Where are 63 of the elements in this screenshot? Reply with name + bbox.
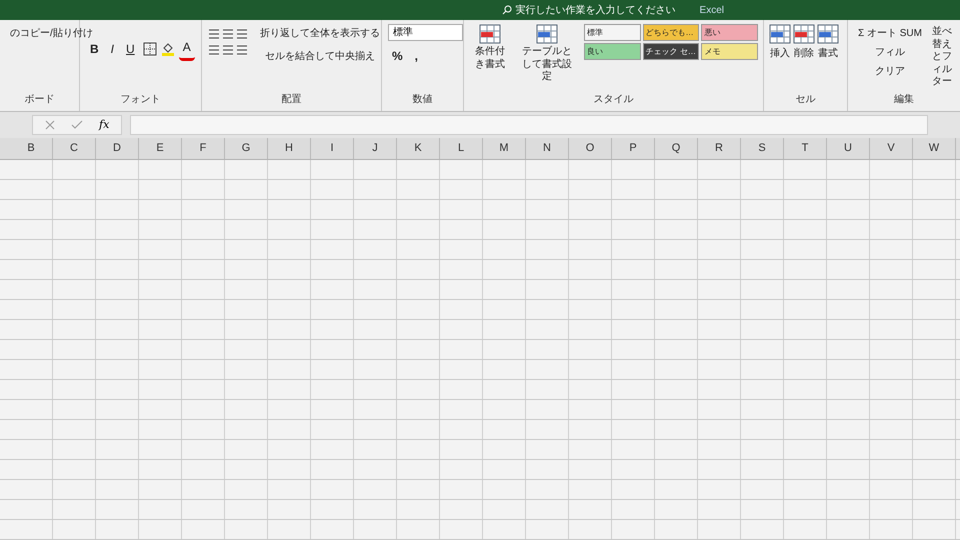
- cell-grid-icon: [793, 24, 815, 44]
- format-table-button[interactable]: テーブルとして書式設定: [518, 44, 576, 86]
- cancel-icon[interactable]: [45, 120, 55, 130]
- cell-style-swatch[interactable]: メモ: [701, 43, 758, 60]
- italic-button[interactable]: I: [106, 38, 118, 60]
- cell-style-swatch[interactable]: どちらでも…: [642, 24, 700, 41]
- column-header[interactable]: G: [225, 138, 268, 159]
- fill-color-icon[interactable]: [160, 42, 175, 56]
- column-header[interactable]: T: [784, 138, 827, 159]
- percent-button[interactable]: %: [388, 45, 407, 67]
- borders-icon[interactable]: [142, 42, 157, 56]
- column-header[interactable]: M: [483, 138, 526, 159]
- cell-style-swatch[interactable]: 標準: [584, 24, 641, 41]
- column-header[interactable]: I: [311, 138, 354, 159]
- conditional-format-button[interactable]: 条件付き書式: [470, 44, 510, 73]
- group-label: 数値: [412, 93, 434, 107]
- fill-button[interactable]: フィル: [854, 43, 926, 62]
- column-header[interactable]: K: [397, 138, 440, 159]
- cell-grid-icon: [817, 24, 839, 44]
- group-label: ボード: [24, 93, 56, 107]
- merge-center-button[interactable]: セルを結合して中央揃え: [256, 47, 384, 66]
- comma-button[interactable]: ,: [410, 45, 422, 67]
- column-header[interactable]: S: [741, 138, 784, 159]
- number-format-dropdown[interactable]: 標準: [388, 24, 463, 41]
- column-header[interactable]: N: [526, 138, 569, 159]
- column-header[interactable]: J: [354, 138, 397, 159]
- column-header[interactable]: C: [53, 138, 96, 159]
- font-color-button[interactable]: A: [178, 36, 195, 61]
- cell-style-swatch[interactable]: チェック セ…: [642, 43, 700, 60]
- insert-function-button[interactable]: fx: [99, 116, 110, 134]
- autosum-button[interactable]: Σ オート SUM: [854, 24, 926, 43]
- cell-style-swatch[interactable]: 悪い: [701, 24, 758, 41]
- column-header[interactable]: P: [612, 138, 655, 159]
- column-header[interactable]: L: [440, 138, 483, 159]
- column-header[interactable]: D: [96, 138, 139, 159]
- conditional-format-icon: [479, 24, 501, 44]
- search-icon: [502, 5, 512, 15]
- sort-filter-button[interactable]: 並べ替えとフィルター: [928, 24, 956, 90]
- group-label: 配置: [280, 92, 302, 107]
- column-header[interactable]: W: [913, 138, 956, 159]
- wrap-text-button[interactable]: 折り返して全体を表示する: [256, 24, 384, 43]
- formula-input[interactable]: [130, 115, 928, 135]
- column-header[interactable]: V: [870, 138, 913, 159]
- column-header[interactable]: R: [698, 138, 741, 159]
- group-label: フォント: [120, 93, 162, 107]
- column-header[interactable]: O: [569, 138, 612, 159]
- column-header[interactable]: B: [10, 138, 53, 159]
- group-label: 編集: [893, 93, 915, 107]
- column-header[interactable]: E: [139, 138, 182, 159]
- column-header[interactable]: Q: [655, 138, 698, 159]
- align-icon[interactable]: [208, 28, 248, 40]
- check-icon[interactable]: [71, 120, 83, 130]
- table-format-icon: [536, 24, 558, 44]
- column-header[interactable]: U: [827, 138, 870, 159]
- cell-style-swatch[interactable]: 良い: [584, 43, 641, 60]
- group-label: セル: [794, 93, 816, 107]
- clear-button[interactable]: クリア: [854, 62, 926, 81]
- column-header[interactable]: F: [182, 138, 225, 159]
- app-title: Excel: [700, 4, 724, 18]
- group-label: スタイル: [592, 93, 634, 107]
- underline-button[interactable]: U: [122, 38, 139, 60]
- cell-grid-icon: [769, 24, 791, 44]
- column-header[interactable]: H: [268, 138, 311, 159]
